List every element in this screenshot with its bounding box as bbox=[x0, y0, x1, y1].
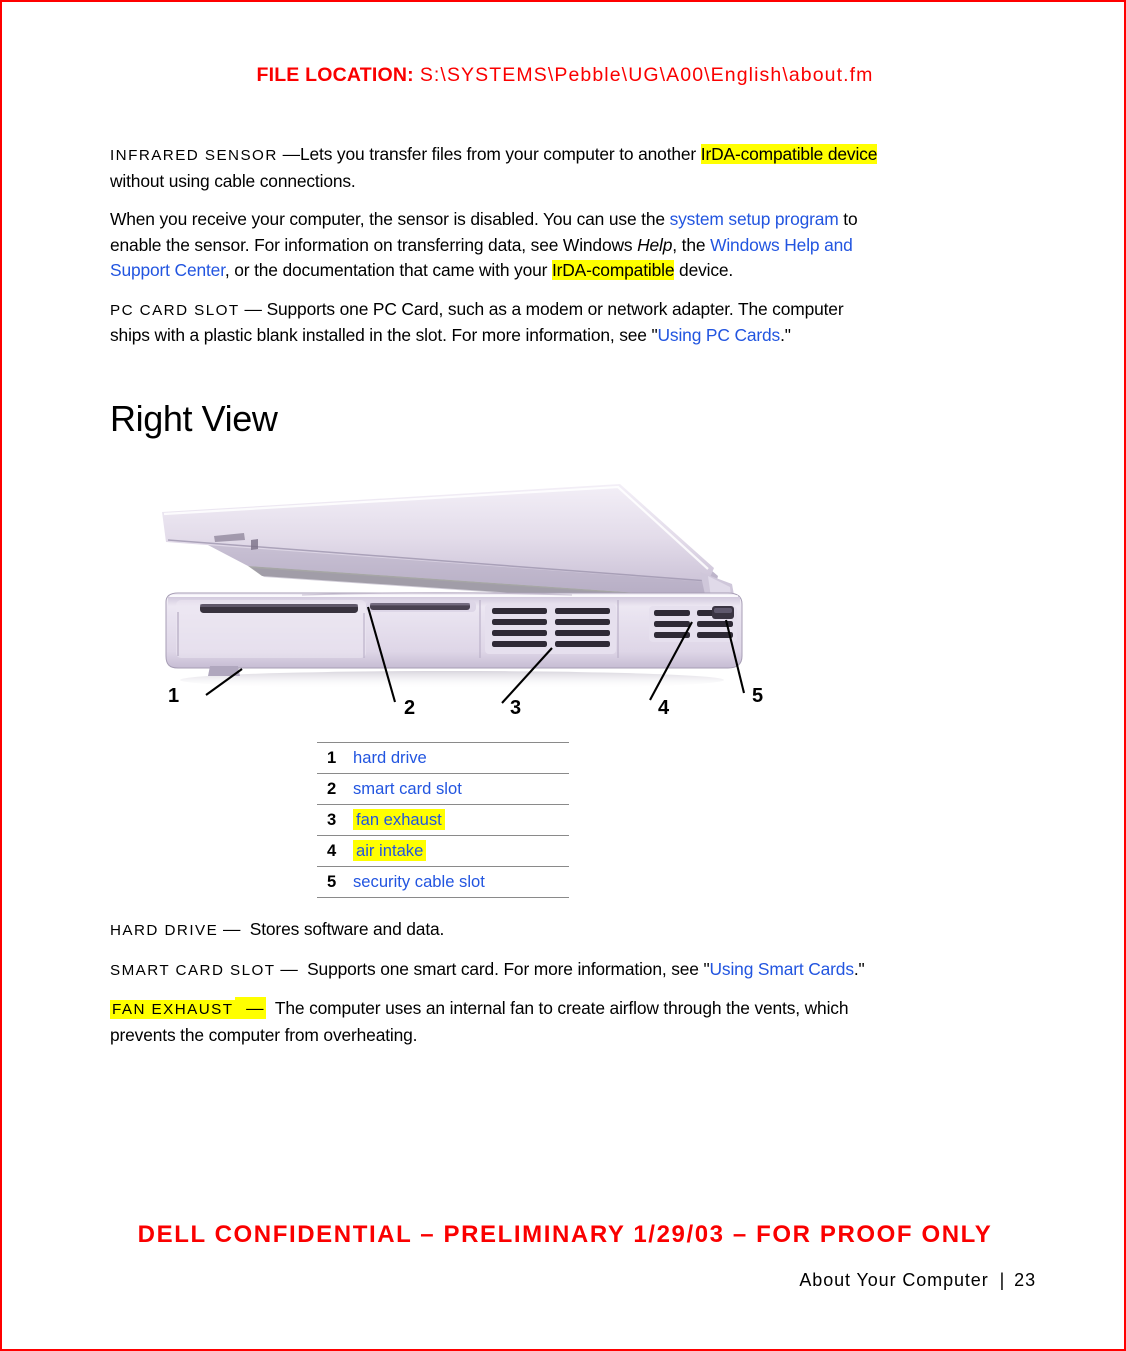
sensor-text-5: device. bbox=[674, 260, 734, 280]
term-infrared-sensor: INFRARED SENSOR bbox=[110, 147, 278, 164]
infrared-sensor-text-1: Lets you transfer files from your comput… bbox=[299, 144, 701, 164]
legend-label-smart-card-slot[interactable]: smart card slot bbox=[353, 773, 569, 805]
term-fan-exhaust: FAN EXHAUST bbox=[110, 1000, 236, 1019]
page-footer: About Your Computer | 23 bbox=[799, 1270, 1036, 1291]
security-cable-slot-keyhole bbox=[712, 606, 734, 619]
table-row: 4 air intake bbox=[317, 835, 569, 867]
legend-number: 2 bbox=[317, 773, 353, 805]
table-row: 3 fan exhaust bbox=[317, 804, 569, 836]
definition-hard-drive: HARD DRIVE — Stores software and data. bbox=[110, 917, 900, 944]
confidential-notice: DELL CONFIDENTIAL – PRELIMINARY 1/29/03 … bbox=[137, 1221, 993, 1248]
legend-number: 5 bbox=[317, 866, 353, 898]
figure-right-view: 1 2 3 4 5 bbox=[152, 480, 772, 740]
link-system-setup-program[interactable]: system setup program bbox=[670, 209, 839, 229]
term-pc-card-slot: PC CARD SLOT bbox=[110, 301, 240, 319]
definition-fan-exhaust: FAN EXHAUST — The computer uses an inter… bbox=[110, 996, 900, 1048]
file-location-path: S:\SYSTEMS\Pebble\UG\A00\English\about.f… bbox=[419, 64, 874, 86]
legend-number: 3 bbox=[317, 804, 353, 836]
sensor-text-4: , or the documentation that came with yo… bbox=[224, 260, 552, 280]
infrared-sensor-text-2: without using cable connections. bbox=[110, 170, 356, 191]
definition-smart-card-slot: SMART CARD SLOT — Supports one smart car… bbox=[110, 957, 900, 984]
legend-number: 1 bbox=[317, 742, 353, 774]
laptop-base bbox=[165, 592, 743, 689]
callout-5: 5 bbox=[752, 685, 763, 707]
legend-label-air-intake[interactable]: air intake bbox=[353, 835, 569, 867]
em-dash: — bbox=[282, 144, 300, 164]
highlight-irda-compatible: IrDA-compatible bbox=[551, 260, 675, 280]
em-dash: — bbox=[244, 298, 262, 319]
paragraph-sensor-enable: When you receive your computer, the sens… bbox=[110, 207, 880, 284]
callout-numbers: 1 2 3 4 5 bbox=[168, 685, 763, 719]
footer-page-number: 23 bbox=[1014, 1270, 1036, 1290]
sensor-text-3: , the bbox=[672, 234, 711, 255]
laptop-lid bbox=[162, 484, 736, 608]
hard-drive-description: Stores software and data. bbox=[249, 919, 445, 939]
callout-3: 3 bbox=[510, 697, 521, 719]
page-title-right-view: Right View bbox=[110, 398, 278, 439]
callout-4: 4 bbox=[658, 697, 670, 719]
laptop-right-view-illustration: 1 2 3 4 5 bbox=[162, 484, 763, 719]
link-using-smart-cards[interactable]: Using Smart Cards bbox=[710, 959, 855, 979]
definition-infrared-sensor: INFRARED SENSOR —Lets you transfer files… bbox=[110, 142, 880, 194]
document-page: FILE LOCATION: S:\SYSTEMS\Pebble\UG\A00\E… bbox=[0, 0, 1126, 1351]
term-smart-card-slot: SMART CARD SLOT bbox=[110, 961, 276, 979]
highlight-irda-compatible-device: IrDA-compatible device bbox=[700, 144, 878, 164]
term-hard-drive: HARD DRIVE bbox=[110, 922, 219, 939]
callout-1: 1 bbox=[168, 685, 179, 707]
em-dash: — bbox=[244, 997, 266, 1019]
file-location-header: FILE LOCATION: S:\SYSTEMS\Pebble\UG\A00\E… bbox=[2, 64, 1124, 87]
sensor-text-1: When you receive your computer, the sens… bbox=[110, 209, 670, 229]
em-dash: — bbox=[223, 919, 241, 939]
table-row: 5 security cable slot bbox=[317, 866, 569, 898]
lower-definitions: HARD DRIVE — Stores software and data. S… bbox=[110, 917, 900, 1061]
legend-label-fan-exhaust[interactable]: fan exhaust bbox=[353, 804, 569, 836]
figure-legend-table: 1 hard drive 2 smart card slot 3 fan exh… bbox=[317, 742, 569, 898]
smart-card-text-1: Supports one smart card. For more inform… bbox=[307, 958, 710, 979]
legend-number: 4 bbox=[317, 835, 353, 867]
callout-2: 2 bbox=[404, 697, 415, 719]
definition-pc-card-slot: PC CARD SLOT — Supports one PC Card, suc… bbox=[110, 297, 880, 349]
legend-label-security-cable-slot[interactable]: security cable slot bbox=[353, 866, 569, 898]
footer-chapter-title: About Your Computer bbox=[799, 1270, 989, 1290]
table-row: 2 smart card slot bbox=[317, 773, 569, 805]
smart-card-text-2: ." bbox=[853, 958, 865, 979]
link-using-pc-cards[interactable]: Using PC Cards bbox=[658, 325, 781, 345]
table-row: 1 hard drive bbox=[317, 742, 569, 774]
main-content-column: INFRARED SENSOR —Lets you transfer files… bbox=[110, 142, 880, 362]
footer-separator: | bbox=[999, 1270, 1006, 1290]
legend-label-hard-drive[interactable]: hard drive bbox=[353, 742, 569, 774]
italic-help: Help bbox=[637, 234, 673, 255]
pc-card-text-2: ." bbox=[780, 325, 791, 345]
em-dash: — bbox=[280, 958, 298, 979]
file-location-label: FILE LOCATION: bbox=[256, 64, 414, 86]
